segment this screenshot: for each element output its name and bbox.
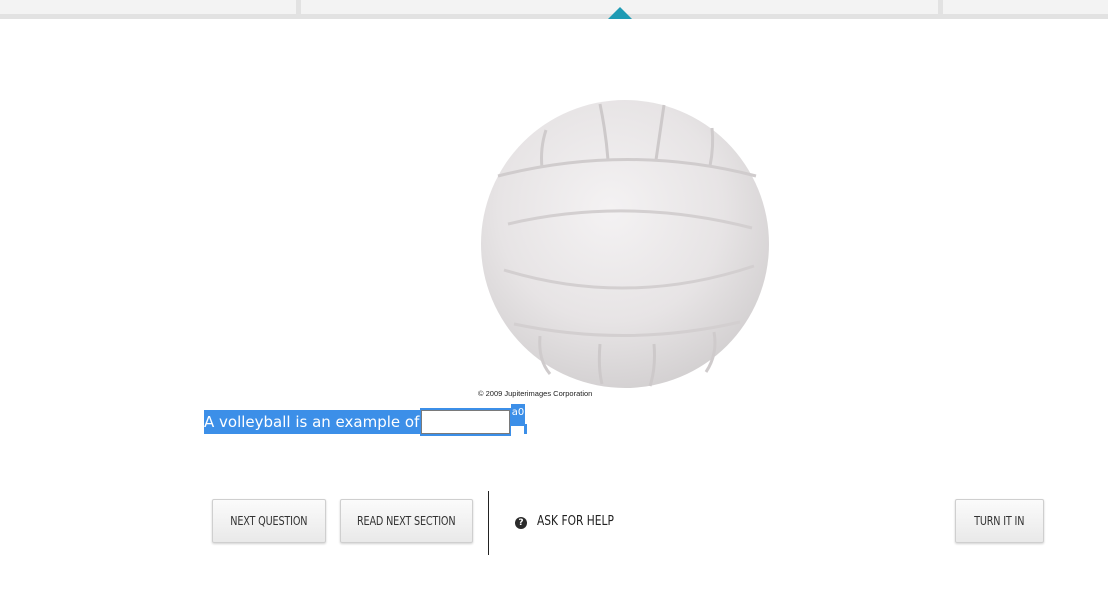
turn-it-in-label: TURN IT IN <box>974 513 1025 528</box>
read-next-section-button[interactable]: READ NEXT SECTION <box>340 499 473 543</box>
progress-tab-strip <box>0 0 1108 19</box>
question-prompt: A volleyball is an example of a <box>204 410 433 434</box>
selection-end <box>524 424 527 434</box>
answer-field[interactable] <box>421 410 510 434</box>
tab-segment-3[interactable] <box>943 0 1108 14</box>
answer-marker: a0 <box>511 404 525 426</box>
read-next-section-label: READ NEXT SECTION <box>357 513 456 528</box>
tab-segment-1[interactable] <box>0 0 296 14</box>
toolbar-divider <box>488 491 489 555</box>
ask-for-help-label: ASK FOR HELP <box>537 514 614 529</box>
selection-tail: a0 <box>511 404 527 434</box>
next-question-button[interactable]: NEXT QUESTION <box>212 499 326 543</box>
question-circle-icon: ? <box>515 517 527 529</box>
volleyball-image <box>478 98 772 390</box>
answer-field-wrapper <box>420 408 511 436</box>
tab-strip-baseline <box>0 14 1108 19</box>
next-question-label: NEXT QUESTION <box>230 513 308 528</box>
image-credit: © 2009 Jupiterimages Corporation <box>478 389 593 398</box>
triangle-up-icon <box>608 7 632 19</box>
turn-it-in-button[interactable]: TURN IT IN <box>955 499 1044 543</box>
volleyball-graphic <box>481 100 769 388</box>
